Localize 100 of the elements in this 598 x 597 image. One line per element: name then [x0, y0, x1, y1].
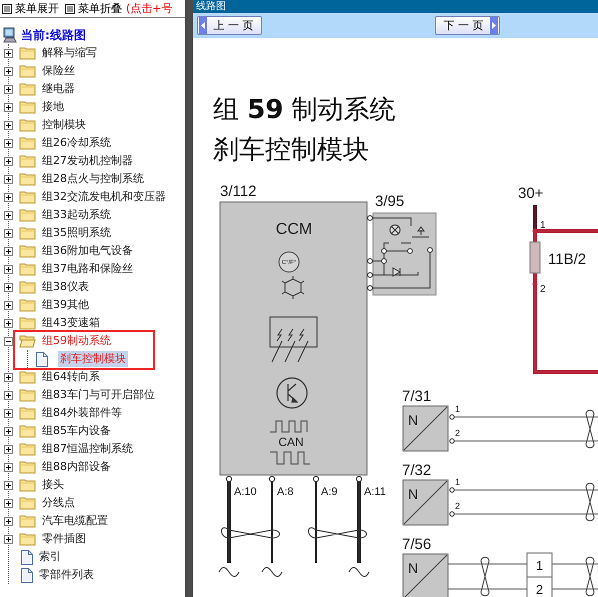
tree-item[interactable]: 组39其他 [40, 297, 91, 313]
previous-page-button[interactable]: 上 一 页 [197, 16, 262, 35]
tree-root-label: 当前:线路图 [21, 26, 86, 44]
folder-icon [19, 46, 36, 60]
menu-button[interactable]: 菜单展开 [2, 1, 59, 16]
twisted-pair-icon [586, 410, 594, 448]
tree-item[interactable]: 接地 [40, 99, 66, 115]
tree-item[interactable]: 接头 [40, 477, 66, 493]
pin-number: 2 [540, 284, 546, 295]
expand-icon[interactable] [4, 138, 13, 148]
expand-icon[interactable] [4, 516, 13, 526]
expand-icon[interactable] [4, 210, 13, 220]
frame-title: 线路图 [193, 0, 598, 13]
expand-icon[interactable] [4, 48, 13, 58]
bus-label: CAN [278, 435, 304, 449]
pin-number: 2 [455, 501, 460, 511]
folder-icon [19, 532, 36, 546]
folder-icon [19, 64, 36, 78]
collapse-icon[interactable] [4, 336, 13, 346]
folder-icon [19, 280, 36, 294]
expand-icon[interactable] [4, 318, 13, 328]
folder-icon [19, 118, 36, 132]
expand-icon[interactable] [4, 246, 13, 256]
expand-icon[interactable] [4, 534, 13, 544]
tree-item[interactable]: 组27发动机控制器 [40, 153, 135, 169]
expand-icon[interactable] [4, 228, 13, 238]
folder-icon [19, 154, 36, 168]
folder-icon [19, 208, 36, 222]
expand-icon[interactable] [4, 444, 13, 454]
tree-item[interactable]: 零部件列表 [37, 567, 96, 583]
tree-item[interactable]: 组32交流发电机和变压器 [40, 189, 168, 205]
page-icon [21, 568, 33, 582]
tree-item[interactable]: 组36附加电气设备 [40, 243, 135, 259]
expand-icon[interactable] [4, 84, 13, 94]
pin-number: 1 [540, 220, 546, 231]
sensor-symbol-label: N [408, 486, 418, 502]
tree-item[interactable]: 组88内部设备 [40, 459, 113, 475]
tree-item[interactable]: 控制模块 [40, 117, 88, 133]
tree-item[interactable]: 组84外装部件等 [40, 405, 124, 421]
expand-icon[interactable] [4, 480, 13, 490]
sensor-symbol-label: N [408, 560, 418, 576]
tree-item[interactable]: 汽车电缆配置 [40, 513, 110, 529]
folder-icon [19, 172, 36, 186]
expand-icon[interactable] [4, 192, 13, 202]
menu-button[interactable]: 菜单折叠 [65, 1, 122, 16]
expand-icon[interactable] [4, 120, 13, 130]
connector-pin-number: 1 [536, 558, 544, 573]
transistor-icon [276, 377, 308, 409]
expand-icon[interactable] [4, 264, 13, 274]
square-wave-icon [270, 420, 308, 432]
expand-icon[interactable] [4, 390, 13, 400]
page-icon [21, 550, 33, 564]
module-name: CCM [276, 221, 312, 238]
tree-item[interactable]: 组87恒温控制系统 [40, 441, 135, 457]
expand-icon[interactable] [4, 498, 13, 508]
tree-item[interactable]: 组59制动系统 [40, 333, 113, 349]
folder-icon [19, 190, 36, 204]
tree-item[interactable]: 组37电路和保险丝 [40, 261, 135, 277]
tree-item[interactable]: 分线点 [40, 495, 77, 511]
menu-hint: (点击+号 [126, 1, 173, 16]
sensor-symbol [402, 480, 448, 526]
tree-item[interactable]: 组64转向系 [40, 369, 102, 385]
tree-item[interactable]: 组83车门与可开启部位 [40, 387, 157, 403]
expand-icon[interactable] [4, 426, 13, 436]
tree-item[interactable]: 组35照明系统 [40, 225, 113, 241]
tree-item[interactable]: 组28点火与控制系统 [40, 171, 146, 187]
tree-item[interactable]: 保险丝 [40, 63, 77, 79]
component-label: 3/95 [375, 193, 404, 210]
expand-icon[interactable] [4, 174, 13, 184]
expand-icon[interactable] [4, 462, 13, 472]
expand-icon[interactable] [4, 372, 13, 382]
tree-item[interactable]: 组38仪表 [40, 279, 91, 295]
expand-icon[interactable] [4, 156, 13, 166]
tree-item[interactable]: 组43变速箱 [40, 315, 102, 331]
tree-item[interactable]: 索引 [37, 549, 63, 565]
sensor-symbol-label: N [408, 412, 418, 428]
expand-icon[interactable] [4, 282, 13, 292]
expand-icon[interactable] [4, 408, 13, 418]
tree-item[interactable]: 组26冷却系统 [40, 135, 113, 151]
folder-icon [19, 370, 36, 384]
tree-item[interactable]: 继电器 [40, 81, 77, 97]
tree-item[interactable]: 组33起动系统 [40, 207, 113, 223]
folder-icon [19, 514, 36, 528]
folder-icon [19, 424, 36, 438]
next-page-button[interactable]: 下 一 页 [435, 16, 500, 35]
component-label: 7/31 [402, 388, 432, 405]
tree-item[interactable]: 零件插图 [40, 531, 88, 547]
wire-end-icon [218, 567, 240, 577]
fuse-label: 11B/2 [548, 251, 586, 268]
expand-icon[interactable] [4, 300, 13, 310]
tree-item[interactable]: 解释与缩写 [40, 45, 99, 61]
supply-label: 30+ [518, 185, 544, 202]
tree-item[interactable]: 组85车内设备 [40, 423, 113, 439]
expand-icon[interactable] [4, 102, 13, 112]
expand-icon[interactable] [4, 66, 13, 76]
component-label: 3/112 [220, 183, 256, 200]
diagram-title: 刹车控制模块 [213, 134, 370, 167]
folder-icon [19, 298, 36, 312]
square-wave-icon [270, 452, 310, 464]
folder-icon [19, 406, 36, 420]
